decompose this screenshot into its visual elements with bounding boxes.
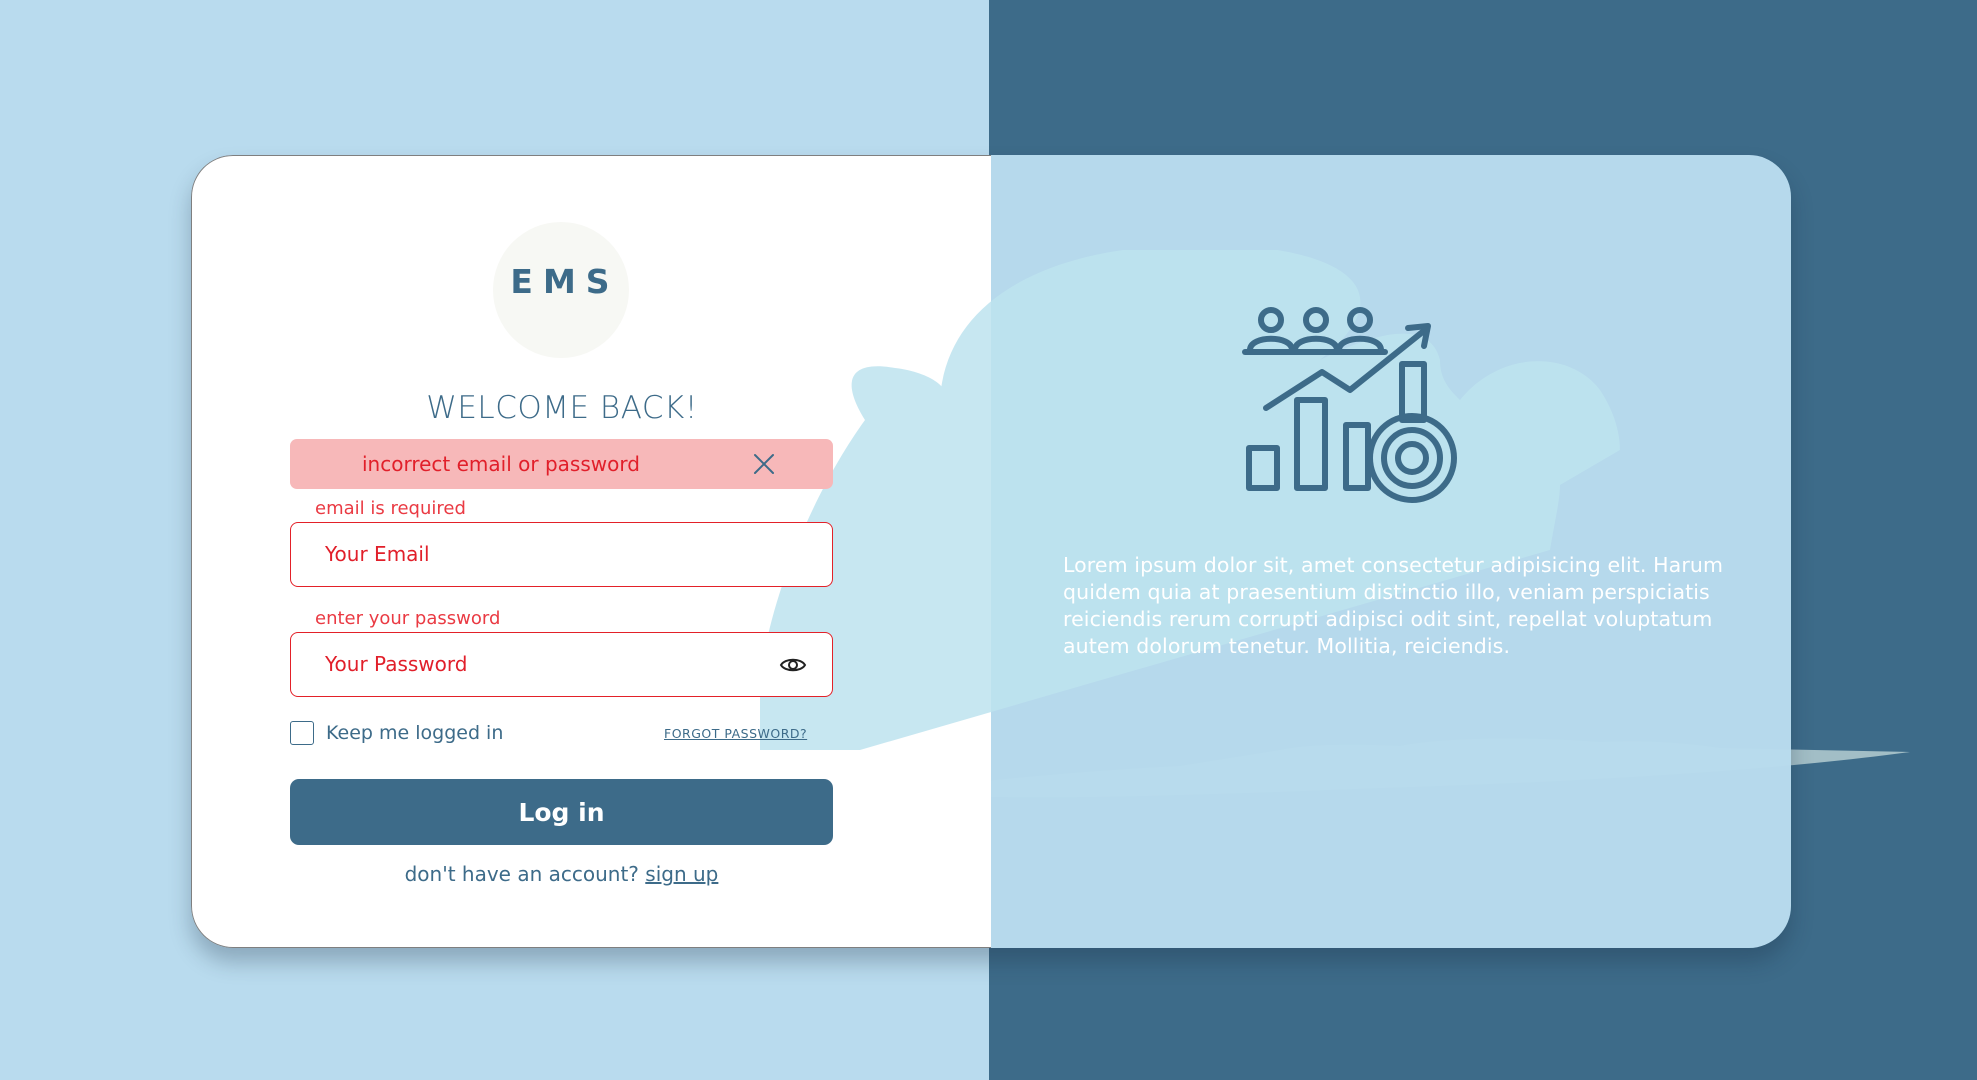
login-button[interactable]: Log in — [290, 779, 833, 845]
close-icon[interactable] — [752, 452, 776, 476]
signup-prompt-line: don't have an account? sign up — [290, 862, 833, 886]
team-growth-chart-gear-icon — [1242, 307, 1457, 503]
remember-me-checkbox[interactable] — [290, 721, 314, 745]
password-hint: enter your password — [315, 608, 501, 629]
password-field-box — [290, 632, 833, 697]
email-field-box — [290, 522, 833, 587]
remember-me-label: Keep me logged in — [326, 722, 504, 744]
forgot-password-link[interactable]: FORGOT PASSWORD? — [664, 726, 807, 741]
email-hint: email is required — [315, 498, 466, 519]
login-page: Lorem ipsum dolor sit, amet consectetur … — [0, 0, 1977, 1080]
password-field[interactable] — [325, 633, 765, 695]
signup-prompt: don't have an account? — [404, 862, 646, 886]
logo-text: EMS — [510, 262, 620, 301]
eye-icon[interactable] — [779, 653, 807, 677]
error-message: incorrect email or password — [362, 452, 640, 476]
info-description: Lorem ipsum dolor sit, amet consectetur … — [1063, 553, 1724, 658]
signup-link[interactable]: sign up — [645, 862, 718, 886]
page-title: WELCOME BACK! — [426, 390, 698, 426]
email-field[interactable] — [325, 523, 765, 585]
error-banner: incorrect email or password — [290, 439, 833, 489]
